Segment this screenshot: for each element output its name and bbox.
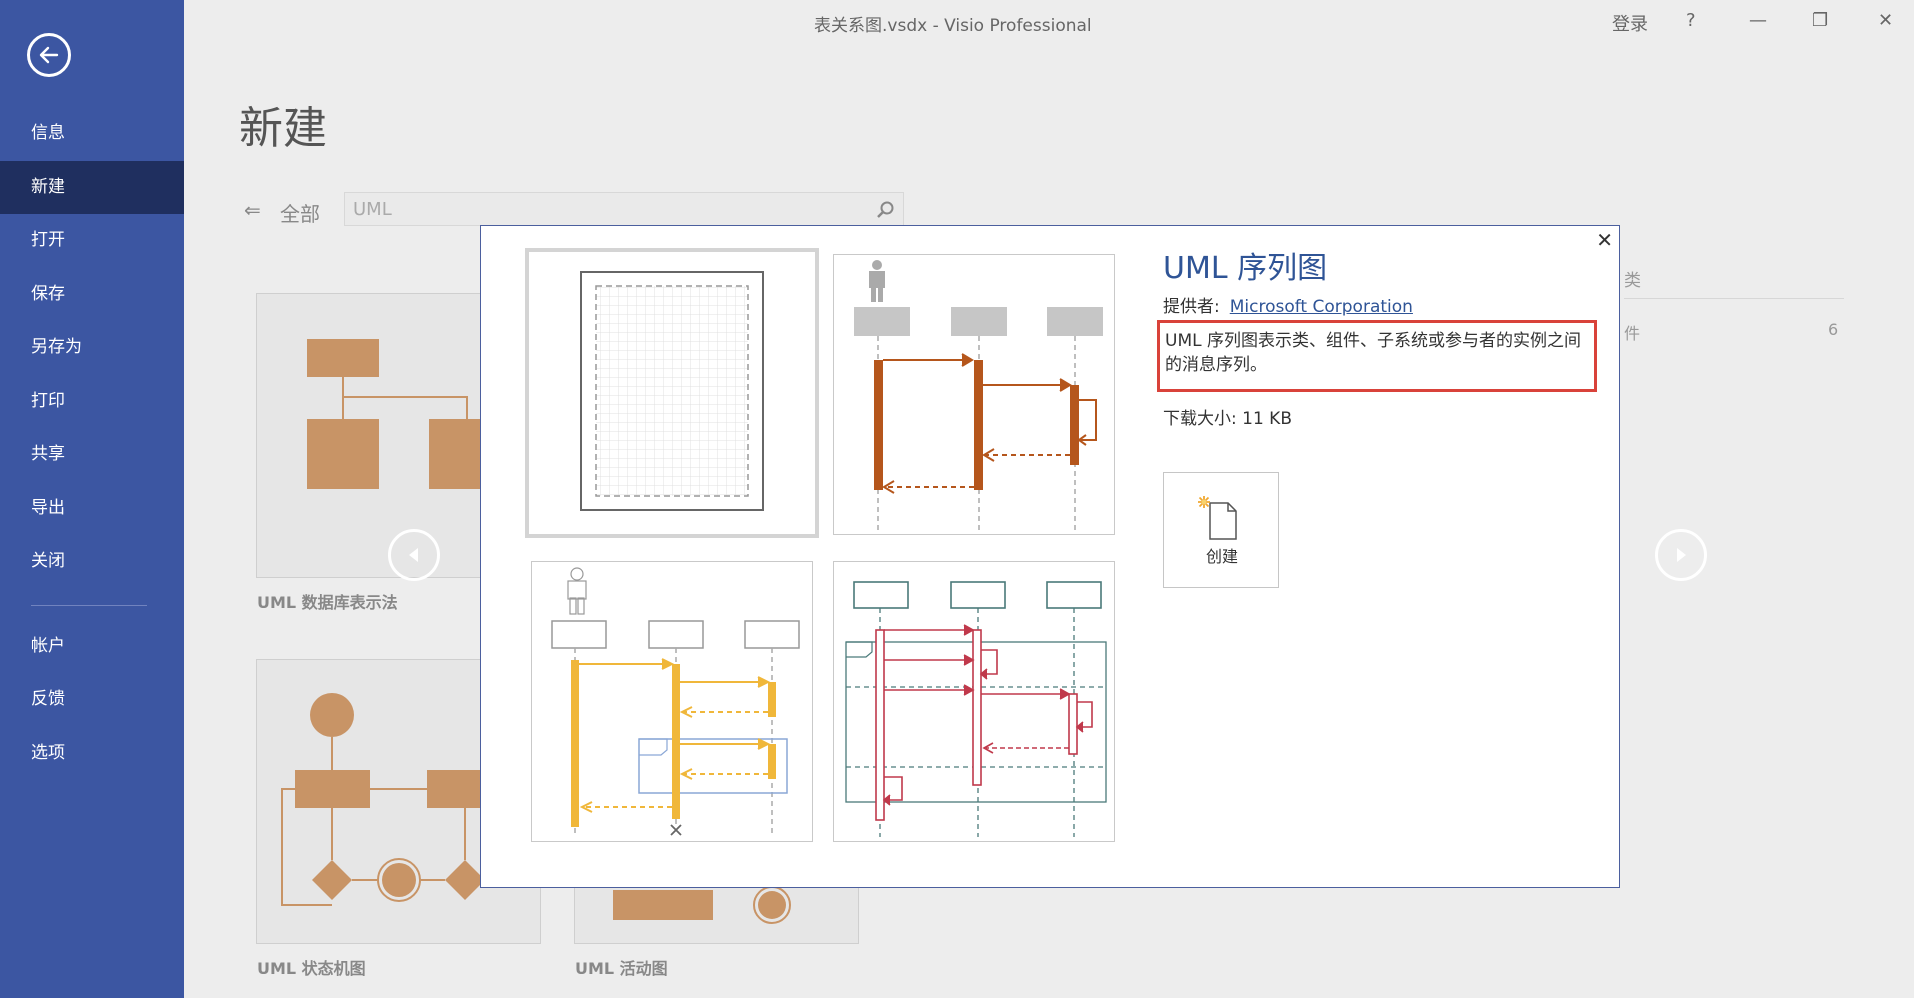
sidebar-item-save[interactable]: 保存 [0,268,184,321]
triangle-left-icon [409,548,418,562]
sidebar-divider [31,605,147,606]
category-divider [1624,298,1844,299]
red-sequence-preview [845,581,1107,837]
dialog-title: UML 序列图 [1163,251,1328,286]
create-button-label: 创建 [1205,547,1238,566]
sidebar-item-options[interactable]: 选项 [0,727,184,780]
search-icon[interactable] [875,200,895,220]
new-document-icon [1198,496,1237,540]
sidebar-item-close[interactable]: 关闭 [0,535,184,588]
close-window-button[interactable]: ✕ [1878,10,1893,31]
provider-line: 提供者: Microsoft Corporation [1163,292,1413,317]
signin-link[interactable]: 登录 [1612,10,1648,36]
sidebar-item-export[interactable]: 导出 [0,482,184,535]
sidebar-item-new[interactable]: 新建 [0,161,184,214]
sidebar-item-info[interactable]: 信息 [0,107,184,160]
preview-thumbnail-orange-sequence[interactable] [833,254,1115,535]
page-title: 新建 [239,103,327,154]
sidebar-item-feedback[interactable]: 反馈 [0,673,184,726]
search-input[interactable]: UML [344,192,904,226]
template-description: UML 序列图表示类、组件、子系统或参与者的实例之间的消息序列。 [1157,320,1597,392]
arrow-left-icon [39,46,59,64]
previous-template-button[interactable] [388,529,440,581]
preview-thumbnail-yellow-sequence[interactable] [531,561,813,842]
download-size: 下载大小: 11 KB [1163,409,1292,429]
preview-thumbnail-blank[interactable] [525,248,819,538]
template-search-row: ⇐ 全部 UML [244,192,944,226]
category-header-fragment: 类 [1624,271,1641,291]
yellow-sequence-preview [551,567,800,837]
blank-page-preview [580,271,764,511]
search-scope-link[interactable]: 全部 [280,198,320,227]
tile-label-uml-state-machine: UML 状态机图 [257,959,366,978]
sidebar-item-open[interactable]: 打开 [0,214,184,267]
template-preview-dialog: ✕ UML 序列图 提供者: Microsoft Corporation UML… [480,225,1620,888]
tile-label-uml-database: UML 数据库表示法 [257,593,398,612]
window-title: 表关系图.vsdx - Visio Professional [814,16,1092,36]
triangle-right-icon [1677,548,1686,562]
title-bar: 表关系图.vsdx - Visio Professional 登录 ? — ❐ … [184,0,1914,44]
minimize-button[interactable]: — [1749,10,1767,31]
next-template-button[interactable] [1655,529,1707,581]
sidebar-item-save-as[interactable]: 另存为 [0,321,184,374]
help-button[interactable]: ? [1686,10,1696,31]
sidebar-item-account[interactable]: 帐户 [0,620,184,673]
search-input-value: UML [353,199,392,220]
restore-button[interactable]: ❐ [1812,10,1828,31]
backstage-sidebar: 信息 新建 打开 保存 另存为 打印 共享 导出 关闭 帐户 反馈 选项 [0,0,184,998]
category-item-fragment[interactable]: 件 [1624,320,1640,344]
close-icon[interactable]: ✕ [1596,228,1613,252]
template-description-text: UML 序列图表示类、组件、子系统或参与者的实例之间的消息序列。 [1165,331,1581,375]
provider-link[interactable]: Microsoft Corporation [1230,297,1413,317]
back-button[interactable] [27,33,71,77]
category-item-count: 6 [1828,320,1839,339]
sidebar-item-print[interactable]: 打印 [0,375,184,428]
orange-sequence-preview [854,260,1103,530]
provider-label: 提供者: [1163,297,1220,317]
create-button[interactable]: 创建 [1163,472,1279,588]
preview-thumbnail-red-sequence[interactable] [833,561,1115,842]
search-back-arrow-icon[interactable]: ⇐ [244,198,261,222]
sidebar-item-share[interactable]: 共享 [0,428,184,481]
tile-label-uml-activity: UML 活动图 [575,959,668,978]
